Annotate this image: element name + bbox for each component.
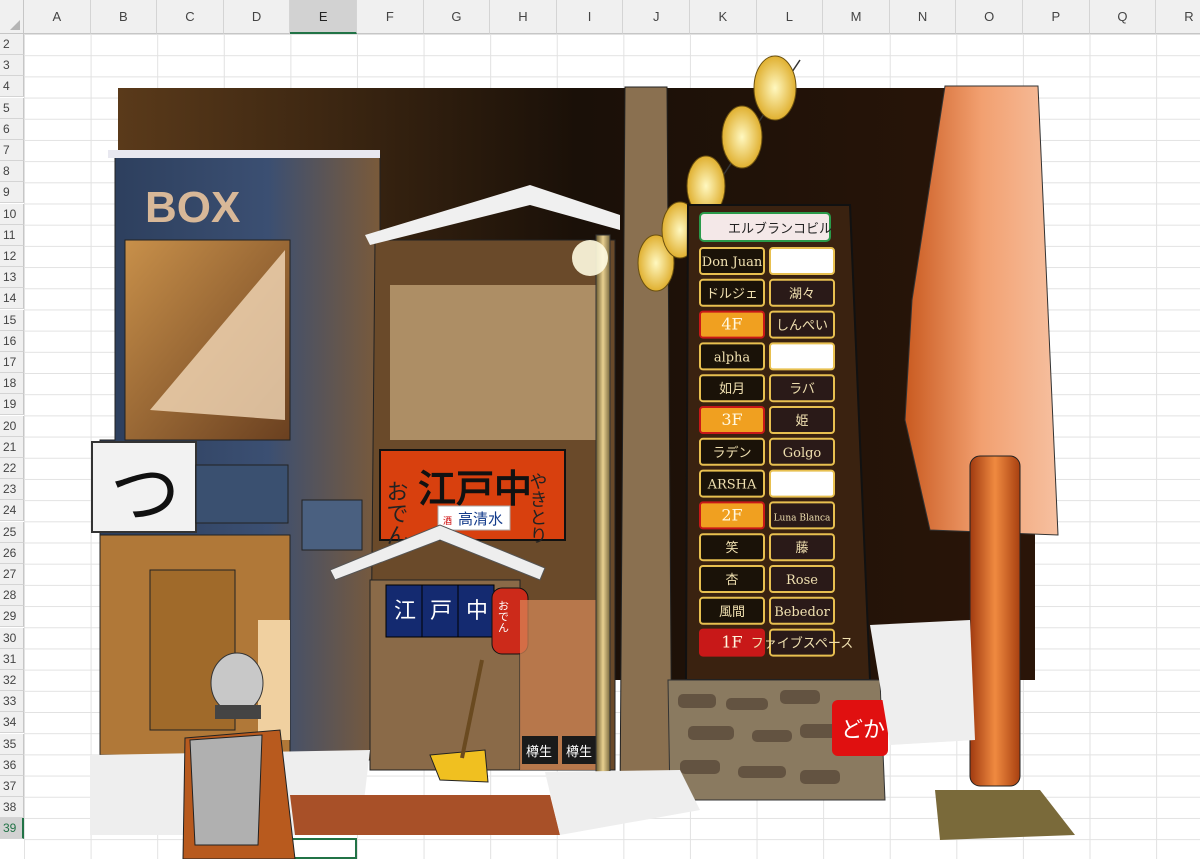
tenant-sign-text: 藤 — [795, 541, 808, 556]
backpack — [189, 734, 263, 846]
snow-shovel — [429, 749, 489, 783]
box-panel — [195, 464, 289, 524]
lantern-text: おでん — [497, 600, 510, 633]
noren-curtain: 江 戸 中 — [385, 584, 495, 638]
snow-roof — [108, 150, 380, 158]
building-name: エルブランコビル — [728, 221, 832, 237]
box-sign: BOX — [145, 183, 240, 232]
orange-pipe — [969, 455, 1021, 787]
yakitori-text: やきとり — [527, 472, 548, 544]
tenant-sign-text: Bebedor — [774, 605, 830, 620]
tenant-sign-text: Golgo — [783, 446, 822, 461]
red-square-text: どか — [841, 718, 885, 743]
izakaya-upper-window — [390, 285, 610, 440]
tenant-sign-text: alpha — [714, 350, 751, 365]
tenant-sign-text: ドルジェ — [706, 287, 758, 302]
tenant-sign-text: 2F — [721, 505, 742, 524]
tenant-sign-text: 4F — [721, 315, 742, 334]
brick-path — [290, 795, 560, 835]
tenant-sign-text: 風間 — [719, 605, 745, 620]
tenant-sign-text: 湖々 — [789, 287, 815, 302]
street-lamp-glow — [572, 240, 608, 276]
sake-mark: 酒 — [443, 516, 452, 526]
edonaka-text: 江戸中 — [418, 466, 532, 511]
tenant-sign-plate — [769, 342, 835, 371]
tiled-ground — [935, 790, 1075, 840]
snow-center — [545, 770, 700, 835]
noren-char-3: 中 — [466, 599, 488, 624]
takashimizu-text: 高清水 — [458, 510, 503, 528]
tenant-sign-text: 3F — [721, 410, 742, 429]
lamp-pole — [595, 234, 611, 814]
tenant-sign-text: 姫 — [795, 414, 808, 429]
tsu-sign: つ — [110, 453, 180, 535]
barrel-label-1: 樽生 — [526, 744, 552, 760]
tenant-sign-text: ラデン — [712, 445, 751, 461]
tenant-sign-plate — [769, 247, 835, 275]
tenant-sign-text: Rose — [786, 573, 818, 588]
tenant-sign-text: 如月 — [719, 381, 745, 397]
tenant-sign-text: Luna Blanca — [774, 513, 831, 523]
small-window-box — [301, 499, 363, 551]
oden-text: おでん — [383, 480, 408, 546]
tenant-sign-text: しんぺい — [776, 319, 828, 334]
tenant-sign-text: ARSHA — [707, 478, 757, 493]
street-illustration: BOX つ おでん 江戸中 やきとり 酒 高清水 江 戸 中 おでん 樽生 樽生 — [90, 55, 1075, 859]
tenant-sign-text: 笑 — [725, 540, 738, 556]
barrel-label-2: 樽生 — [566, 744, 592, 760]
noren-char-2: 戸 — [430, 599, 452, 624]
tenant-sign-text: ラバ — [789, 382, 815, 397]
wooden-pole — [619, 86, 673, 801]
tenant-sign-text: 杏 — [725, 573, 738, 588]
tenant-sign-text: Don Juan — [702, 255, 763, 270]
noren-char-1: 江 — [394, 599, 416, 624]
tenant-sign-text: 1F — [721, 633, 742, 652]
tenant-sign-text: ファイブスペース — [751, 636, 853, 652]
tenant-sign-plate — [769, 469, 835, 498]
